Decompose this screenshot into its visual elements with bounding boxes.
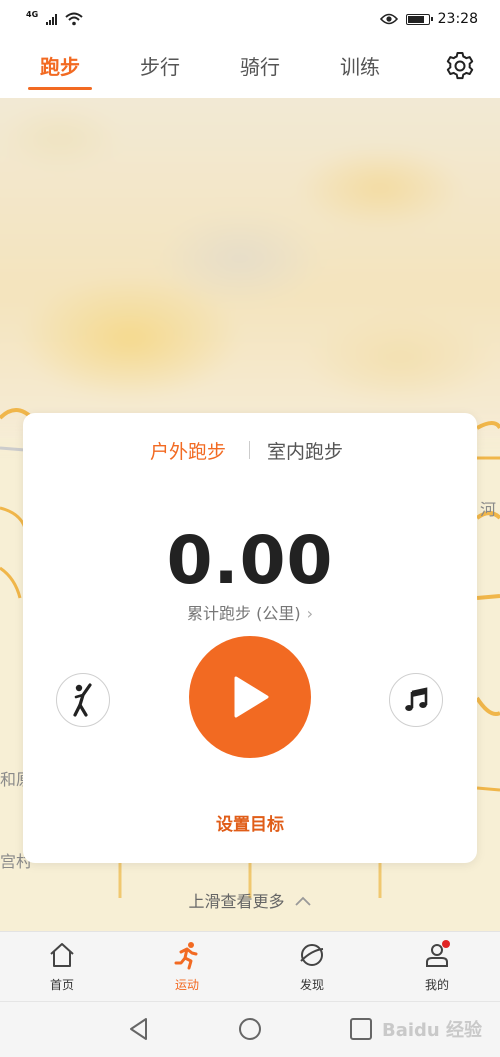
tab-training[interactable]: 训练 — [340, 52, 380, 88]
status-right: 23:28 — [379, 11, 478, 27]
mode-outdoor[interactable]: 户外跑步 — [150, 437, 226, 464]
network-label: 4G — [26, 9, 39, 19]
running-icon — [174, 942, 198, 970]
run-mode-switch: 户外跑步 室内跑步 — [23, 437, 477, 463]
wifi-icon — [65, 12, 83, 26]
set-goal-button[interactable]: 设置目标 — [23, 810, 477, 835]
status-time: 23:28 — [437, 11, 478, 27]
run-card: 户外跑步 室内跑步 0.00 累计跑步 (公里) › 设置目标 — [23, 413, 477, 863]
distance-label: 累计跑步 (公里) — [187, 604, 301, 623]
settings-gear-icon[interactable] — [444, 50, 476, 82]
swipe-hint-label: 上滑查看更多 — [188, 892, 285, 911]
music-button[interactable] — [389, 673, 443, 727]
stretch-figure-icon — [73, 683, 92, 717]
watermark-logo: Baidu 经验 — [381, 1020, 482, 1041]
mode-indoor[interactable]: 室内跑步 — [267, 437, 343, 464]
nav-profile[interactable]: 我的 — [397, 940, 477, 993]
recent-apps-icon[interactable] — [348, 1016, 374, 1042]
battery-icon — [405, 13, 433, 25]
tab-cycling[interactable]: 骑行 — [240, 52, 280, 88]
nav-exercise-label: 运动 — [174, 978, 199, 992]
status-left: 4G — [26, 9, 83, 26]
play-icon — [234, 676, 269, 718]
eye-comfort-icon — [379, 13, 398, 25]
system-nav-bar: Baidu 经验 — [0, 1001, 500, 1057]
distance-total-link[interactable]: 累计跑步 (公里) › — [23, 600, 477, 624]
distance-value: 0.00 — [166, 522, 334, 599]
mode-divider — [249, 441, 250, 459]
sport-tabs: 跑步 步行 骑行 训练 — [0, 38, 500, 98]
discover-icon — [300, 944, 324, 966]
home-circle-icon[interactable] — [237, 1016, 263, 1042]
nav-exercise[interactable]: 运动 — [147, 940, 227, 993]
map-place-label: 河 — [480, 500, 497, 519]
swipe-up-hint[interactable]: 上滑查看更多 — [0, 888, 500, 912]
start-run-button[interactable] — [189, 636, 311, 758]
warmup-button[interactable] — [56, 673, 110, 727]
music-note-icon — [405, 687, 428, 711]
chevron-up-icon — [294, 896, 311, 906]
nav-home-label: 首页 — [49, 978, 74, 992]
tab-running[interactable]: 跑步 — [28, 52, 92, 90]
nav-discover-label: 发现 — [299, 978, 324, 992]
back-icon[interactable] — [126, 1016, 152, 1042]
signal-icon — [46, 13, 58, 25]
nav-home[interactable]: 首页 — [22, 940, 102, 993]
nav-discover[interactable]: 发现 — [272, 940, 352, 993]
home-icon — [50, 943, 74, 967]
bottom-nav: 首页 运动 发现 我的 — [0, 931, 500, 1002]
status-bar: 4G 23:28 — [0, 0, 500, 38]
tab-walking[interactable]: 步行 — [140, 52, 180, 88]
nav-profile-label: 我的 — [424, 978, 449, 992]
notification-badge — [442, 940, 450, 948]
chevron-right-icon: › — [306, 604, 313, 623]
